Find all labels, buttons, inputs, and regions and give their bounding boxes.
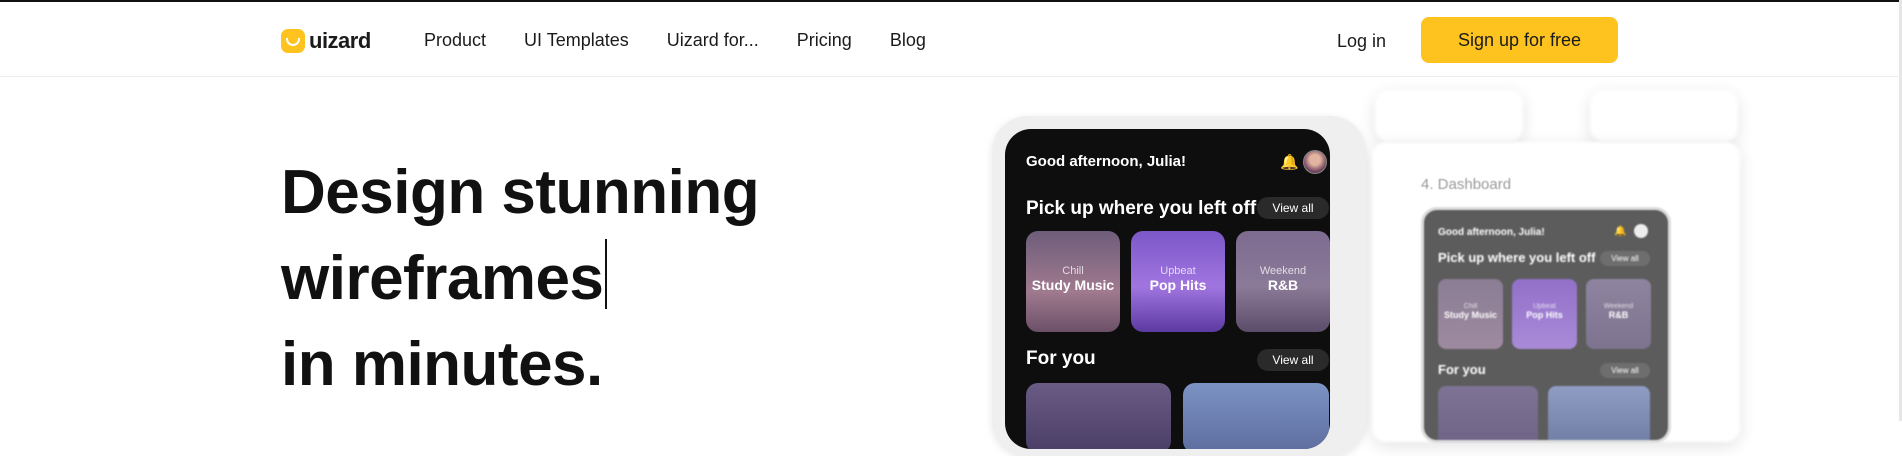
nav-links: Product UI Templates Uizard for... Prici…: [424, 28, 964, 52]
for-you-card-1: [1026, 383, 1171, 449]
ghost-card-1: [1375, 90, 1523, 142]
nav-link-blog[interactable]: Blog: [890, 28, 926, 52]
section-title-for-you: For you: [1026, 348, 1096, 369]
dashboard-label: 4. Dashboard: [1421, 176, 1512, 193]
p2-card-2: Upbeat Pop Hits: [1512, 279, 1577, 349]
nav-link-ui-templates[interactable]: UI Templates: [524, 28, 629, 52]
card-2-sub: Upbeat: [1160, 265, 1196, 277]
hero-line-2-text: wireframes: [281, 244, 604, 313]
p2-card-1-main: Study Music: [1443, 310, 1497, 320]
p2-card-3: Weekend R&B: [1586, 279, 1651, 349]
p2-card-1-sub: Chill: [1463, 303, 1478, 310]
section-title-pick-up: Pick up where you left off: [1026, 198, 1257, 219]
playlist-card-rnb: Weekend R&B: [1236, 231, 1330, 332]
p2-bottom-card-1: [1438, 386, 1538, 440]
hero-line-1: Design stunning: [281, 158, 760, 227]
top-navigation: uizard Product UI Templates Uizard for..…: [0, 2, 1902, 77]
card-1-sub: Chill: [1062, 265, 1084, 277]
p2-section-title-2: For you: [1438, 362, 1486, 377]
card-1-main: Study Music: [1031, 277, 1115, 293]
bell-icon: 🔔: [1614, 226, 1627, 237]
signup-button[interactable]: Sign up for free: [1421, 17, 1618, 63]
p2-section-title-1: Pick up where you left off: [1438, 250, 1596, 265]
view-all-button-2: View all: [1257, 349, 1329, 371]
main-phone-screen: Good afternoon, Julia! 🔔 Pick up where y…: [1005, 129, 1330, 449]
uizard-logo-icon: [281, 29, 305, 53]
hero-line-3: in minutes.: [281, 330, 603, 399]
p2-view-all-button-1: View all: [1600, 251, 1650, 266]
p2-card-3-sub: Weekend: [1603, 303, 1634, 310]
hero-line-2: wireframes: [281, 236, 759, 322]
playlist-card-pop-hits: Upbeat Pop Hits: [1131, 231, 1225, 332]
nav-link-product[interactable]: Product: [424, 28, 486, 52]
nav-link-pricing[interactable]: Pricing: [797, 28, 852, 52]
nav-link-uizard-for[interactable]: Uizard for...: [667, 28, 759, 52]
avatar: [1634, 224, 1648, 238]
secondary-phone-mockup: Good afternoon, Julia! 🔔 Pick up where y…: [1421, 207, 1671, 443]
card-3-sub: Weekend: [1259, 265, 1307, 277]
logo-text: uizard: [309, 28, 371, 53]
p2-greeting: Good afternoon, Julia!: [1438, 227, 1545, 238]
for-you-card-2: [1183, 383, 1329, 449]
p2-card-2-main: Pop Hits: [1526, 310, 1563, 320]
typing-caret: [605, 239, 608, 309]
hero-heading: Design stunning wireframes in minutes.: [281, 150, 760, 408]
uizard-logo[interactable]: uizard: [281, 27, 371, 55]
p2-bottom-card-2: [1548, 386, 1650, 440]
playlist-card-study-music: Chill Study Music: [1026, 231, 1120, 332]
ghost-card-2: [1590, 90, 1738, 142]
view-all-button-1: View all: [1257, 197, 1329, 219]
p2-card-3-main: R&B: [1608, 310, 1629, 320]
bell-icon: 🔔: [1280, 154, 1299, 171]
avatar: [1303, 150, 1327, 174]
card-3-main: R&B: [1267, 277, 1299, 293]
greeting-text: Good afternoon, Julia!: [1026, 153, 1186, 170]
p2-card-1: Chill Study Music: [1438, 279, 1503, 349]
login-link[interactable]: Log in: [1337, 29, 1386, 53]
card-2-main: Pop Hits: [1149, 277, 1207, 293]
p2-view-all-button-2: View all: [1600, 363, 1650, 378]
p2-card-2-sub: Upbeat: [1533, 303, 1556, 310]
